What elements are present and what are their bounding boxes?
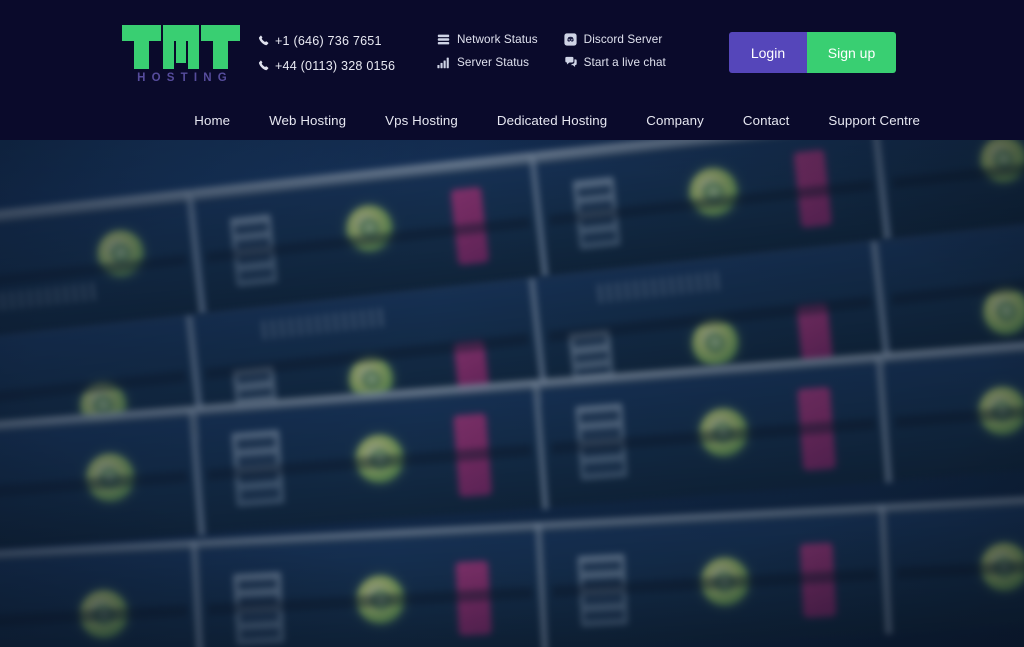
link-live-chat[interactable]: Start a live chat xyxy=(564,54,666,71)
chat-bubble-icon xyxy=(564,56,584,69)
auth-buttons: Login Sign up xyxy=(729,32,896,73)
nav-item-support-centre[interactable]: Support Centre xyxy=(828,113,920,128)
phone-row-us[interactable]: +1 (646) 736 7651 xyxy=(258,30,395,51)
nav-item-company[interactable]: Company xyxy=(646,113,704,128)
nav-item-contact[interactable]: Contact xyxy=(743,113,790,128)
site-header: HOSTING +1 (646) 736 7651 xyxy=(0,0,1024,140)
nav-item-dedicated-hosting[interactable]: Dedicated Hosting xyxy=(497,113,607,128)
hero-carousel: VERS sal with a VPS. xyxy=(0,140,1024,647)
discord-icon xyxy=(564,33,584,46)
phone-number-uk: +44 (0113) 328 0156 xyxy=(275,59,395,73)
hero-copy: VERS sal with a VPS. xyxy=(0,140,1024,647)
link-server-status[interactable]: Server Status xyxy=(437,54,538,71)
header-status-links: Network Status Server Status xyxy=(437,31,666,71)
phone-icon xyxy=(258,60,275,72)
bar-chart-icon xyxy=(437,56,457,69)
nav-item-vps-hosting[interactable]: Vps Hosting xyxy=(385,113,458,128)
tmt-logo-icon xyxy=(122,25,240,69)
status-links-column-right: Discord Server Start a live chat xyxy=(564,31,666,71)
site-logo[interactable]: HOSTING xyxy=(122,25,242,84)
header-top-bar: HOSTING +1 (646) 736 7651 xyxy=(0,0,1024,100)
phone-row-uk[interactable]: +44 (0113) 328 0156 xyxy=(258,55,395,76)
nav-item-web-hosting[interactable]: Web Hosting xyxy=(269,113,346,128)
login-button[interactable]: Login xyxy=(729,32,807,73)
link-server-status-label: Server Status xyxy=(457,56,529,69)
nav-item-home[interactable]: Home xyxy=(194,113,230,128)
signup-button[interactable]: Sign up xyxy=(807,32,896,73)
link-live-chat-label: Start a live chat xyxy=(584,56,666,69)
main-navigation: Home Web Hosting Vps Hosting Dedicated H… xyxy=(0,100,1024,140)
phone-number-us: +1 (646) 736 7651 xyxy=(275,34,382,48)
link-discord-server-label: Discord Server xyxy=(584,33,663,46)
logo-subtext: HOSTING xyxy=(122,72,242,84)
page-root: HOSTING +1 (646) 736 7651 xyxy=(0,0,1024,647)
status-links-column-left: Network Status Server Status xyxy=(437,31,538,71)
header-phone-numbers: +1 (646) 736 7651 +44 (0113) 328 0156 xyxy=(258,30,395,80)
server-stack-icon xyxy=(437,33,457,46)
phone-icon xyxy=(258,35,275,47)
link-discord-server[interactable]: Discord Server xyxy=(564,31,666,48)
link-network-status-label: Network Status xyxy=(457,33,538,46)
link-network-status[interactable]: Network Status xyxy=(437,31,538,48)
